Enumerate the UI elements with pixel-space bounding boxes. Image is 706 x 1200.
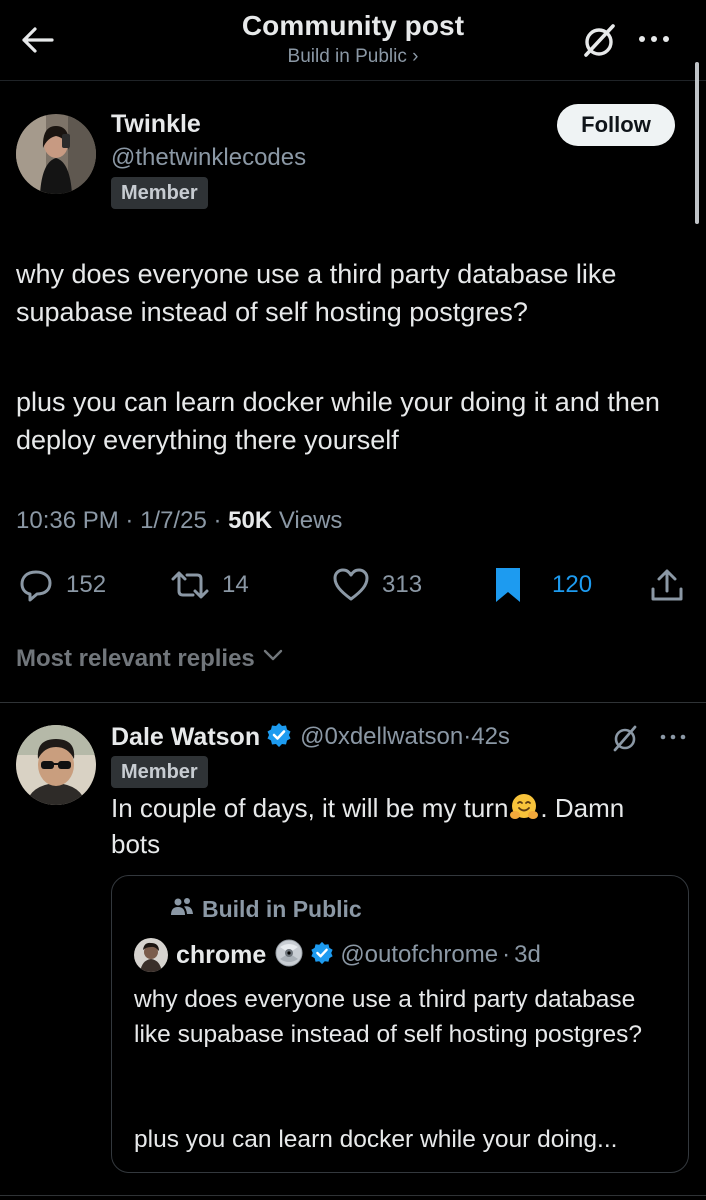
like-count: 313 (382, 571, 423, 598)
bookmark-icon (494, 566, 522, 604)
author-handle[interactable]: @thetwinklecodes (111, 144, 306, 172)
like-icon (332, 567, 370, 603)
meta-separator: · (502, 941, 511, 968)
top-bar: Community post Build in Public › (0, 0, 706, 80)
reply-action[interactable]: 152 (18, 566, 106, 604)
quote-text-paragraph-1: why does everyone use a third party data… (134, 986, 643, 1048)
reply-divider (0, 1195, 706, 1196)
post-text-paragraph-1: why does everyone use a third party data… (16, 259, 617, 327)
quote-author-handle[interactable]: @outofchrome (340, 941, 498, 969)
reply-time[interactable]: 42s (471, 723, 510, 751)
repost-count: 14 (222, 571, 249, 598)
quoted-post-card[interactable]: Build in Public chrome @outofchrome · 3d… (111, 875, 689, 1173)
reply-header: Dale Watson @0xdellwatson · 42s (111, 720, 510, 754)
reply-text: In couple of days, it will be my turn. D… (111, 790, 671, 862)
reply-icon (18, 567, 54, 603)
quote-author-name[interactable]: chrome (176, 941, 266, 970)
quote-community[interactable]: Build in Public (170, 895, 362, 923)
verified-icon (310, 941, 334, 970)
author-name[interactable]: Twinkle (111, 110, 201, 139)
reply-text-part-1: In couple of days, it will be my turn (111, 793, 509, 823)
grok-icon[interactable] (580, 22, 620, 60)
reply-author-name[interactable]: Dale Watson (111, 723, 260, 752)
reply-count: 152 (66, 571, 107, 598)
meta-separator: · (206, 507, 229, 534)
scrollbar[interactable] (695, 62, 699, 224)
post-text-paragraph-2: plus you can learn docker while your doi… (16, 387, 660, 455)
share-icon (650, 567, 684, 603)
replies-divider (0, 702, 706, 703)
grok-icon[interactable] (610, 724, 640, 754)
member-badge: Member (111, 756, 208, 788)
like-action[interactable]: 313 (332, 566, 422, 604)
disc-icon (274, 938, 304, 973)
repost-action[interactable]: 14 (170, 566, 249, 604)
hugging-face-emoji (508, 791, 540, 823)
follow-button[interactable]: Follow (557, 104, 675, 146)
author-avatar[interactable] (16, 114, 96, 194)
repost-icon (170, 567, 210, 603)
post-meta: 10:36 PM · 1/7/25 · 50K Views (16, 507, 342, 535)
reply-author-handle[interactable]: @0xdellwatson (300, 723, 463, 751)
quote-author-avatar[interactable] (134, 938, 168, 972)
member-badge: Member (111, 177, 208, 209)
post-date[interactable]: 1/7/25 (140, 507, 207, 534)
views-label: Views (278, 507, 343, 534)
chevron-down-icon (255, 643, 285, 674)
bookmark-action[interactable]: 120 (494, 566, 592, 604)
quote-text-paragraph-2: plus you can learn docker while your doi… (134, 1126, 618, 1153)
more-icon[interactable] (634, 24, 674, 54)
bookmark-count: 120 (552, 571, 593, 598)
views-count[interactable]: 50K (228, 507, 272, 534)
post-time[interactable]: 10:36 PM (16, 507, 119, 534)
meta-separator: · (463, 723, 472, 750)
community-icon (170, 895, 202, 923)
replies-sort-toggle[interactable]: Most relevant replies (16, 643, 285, 674)
quote-header: chrome @outofchrome · 3d (134, 938, 541, 972)
meta-separator: · (118, 507, 141, 534)
share-action[interactable] (650, 566, 684, 604)
quote-community-name: Build in Public (202, 895, 362, 922)
verified-icon (266, 722, 292, 753)
replies-sort-label: Most relevant replies (16, 644, 255, 672)
reply-author-avatar[interactable] (16, 725, 96, 805)
more-icon[interactable] (658, 727, 688, 747)
quote-time[interactable]: 3d (514, 941, 541, 969)
header-divider (0, 80, 706, 81)
